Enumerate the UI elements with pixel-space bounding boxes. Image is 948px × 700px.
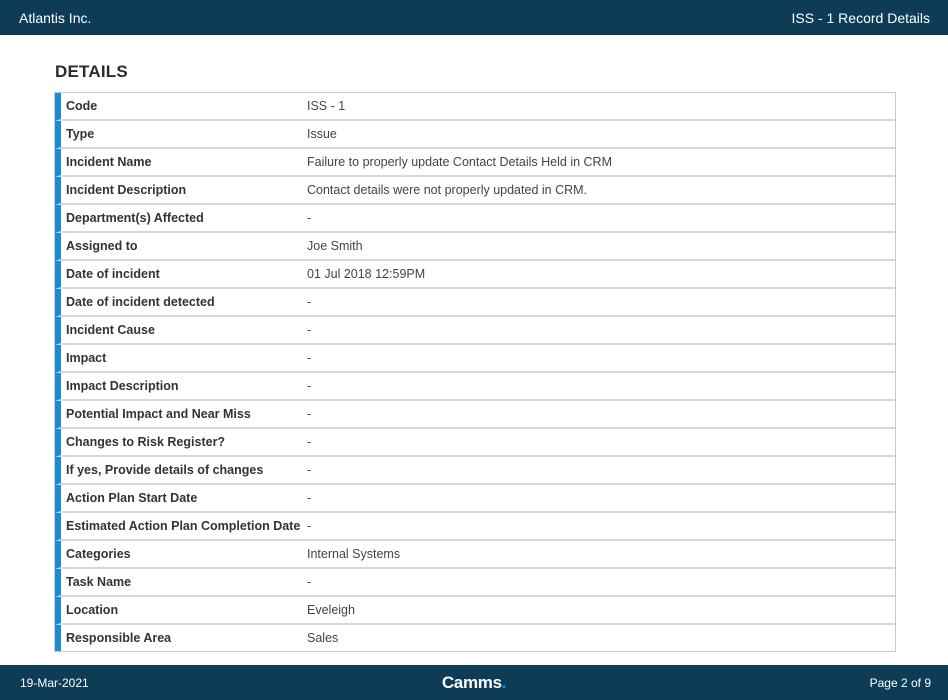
table-row: Incident Description Contact details were… <box>55 177 895 205</box>
table-row: Categories Internal Systems <box>55 541 895 569</box>
page-number: Page 2 of 9 <box>869 675 931 690</box>
table-row: Incident Cause - <box>55 317 895 345</box>
table-row: Impact Description - <box>55 373 895 401</box>
table-row: Date of incident detected - <box>55 289 895 317</box>
field-label: Potential Impact and Near Miss <box>55 401 306 429</box>
table-row: Impact - <box>55 345 895 373</box>
field-value: Internal Systems <box>306 541 895 569</box>
field-value: Joe Smith <box>306 233 895 261</box>
brand-dot: . <box>501 672 507 692</box>
footer-bar: 19-Mar-2021 Camms. Page 2 of 9 <box>0 665 948 700</box>
field-value: Eveleigh <box>306 597 895 625</box>
field-value: - <box>306 513 895 541</box>
header-bar: Atlantis Inc. ISS - 1 Record Details <box>0 0 948 35</box>
field-label: Changes to Risk Register? <box>55 429 306 457</box>
field-label: Responsible Area <box>55 625 306 651</box>
field-label: Location <box>55 597 306 625</box>
table-row: Date of incident 01 Jul 2018 12:59PM <box>55 261 895 289</box>
field-value: - <box>306 317 895 345</box>
field-label: Date of incident detected <box>55 289 306 317</box>
table-row: Type Issue <box>55 121 895 149</box>
table-row: Action Plan Start Date - <box>55 485 895 513</box>
field-value: - <box>306 373 895 401</box>
field-label: Type <box>55 121 306 149</box>
field-value: ISS - 1 <box>306 93 895 121</box>
field-label: Estimated Action Plan Completion Date <box>55 513 306 541</box>
field-label: If yes, Provide details of changes <box>55 457 306 485</box>
table-row: Assigned to Joe Smith <box>55 233 895 261</box>
field-label: Impact Description <box>55 373 306 401</box>
table-row: Changes to Risk Register? - <box>55 429 895 457</box>
table-row: Code ISS - 1 <box>55 93 895 121</box>
table-row: Estimated Action Plan Completion Date - <box>55 513 895 541</box>
field-label: Categories <box>55 541 306 569</box>
field-value: - <box>306 485 895 513</box>
footer-date: 19-Mar-2021 <box>20 675 89 690</box>
field-label: Task Name <box>55 569 306 597</box>
brand-text: Camms <box>441 672 502 692</box>
field-value: - <box>306 429 895 457</box>
field-value: Issue <box>306 121 895 149</box>
field-value: 01 Jul 2018 12:59PM <box>306 261 895 289</box>
field-label: Department(s) Affected <box>55 205 306 233</box>
field-value: - <box>306 569 895 597</box>
field-label: Incident Name <box>55 149 306 177</box>
section-title: DETAILS <box>55 62 128 81</box>
record-title: ISS - 1 Record Details <box>791 9 931 26</box>
field-label: Code <box>55 93 306 121</box>
table-row: Location Eveleigh <box>55 597 895 625</box>
field-value: - <box>306 457 895 485</box>
field-label: Impact <box>55 345 306 373</box>
table-row: Potential Impact and Near Miss - <box>55 401 895 429</box>
field-label: Action Plan Start Date <box>55 485 306 513</box>
details-table: Code ISS - 1 Type Issue Incident Name Failure… <box>54 92 896 652</box>
field-label: Assigned to <box>55 233 306 261</box>
field-label: Date of incident <box>55 261 306 289</box>
field-value: - <box>306 205 895 233</box>
table-row: Department(s) Affected - <box>55 205 895 233</box>
field-label: Incident Description <box>55 177 306 205</box>
field-value: - <box>306 345 895 373</box>
table-row: If yes, Provide details of changes - <box>55 457 895 485</box>
field-value: Sales <box>307 631 339 645</box>
field-value: Contact details were not properly update… <box>306 177 895 205</box>
field-value: - <box>306 289 895 317</box>
table-row: Task Name - <box>55 569 895 597</box>
field-value: - <box>306 401 895 429</box>
table-row: Responsible Area Sales <box>55 625 895 651</box>
table-row: Incident Name Failure to properly update … <box>55 149 895 177</box>
company-name: Atlantis Inc. <box>19 9 92 26</box>
field-label: Incident Cause <box>55 317 306 345</box>
field-value: Failure to properly update Contact Detai… <box>306 149 895 177</box>
camms-logo: Camms. <box>441 672 507 693</box>
